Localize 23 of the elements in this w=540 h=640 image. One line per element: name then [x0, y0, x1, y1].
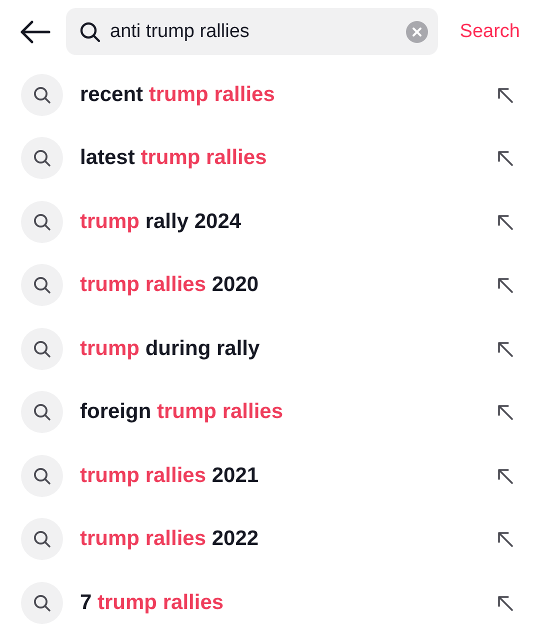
arrow-icon[interactable] — [496, 276, 514, 294]
suggestion-text[interactable]: trump rallies 2022 — [80, 527, 496, 552]
arrow-icon[interactable] — [496, 212, 514, 231]
arrow-icon[interactable] — [496, 340, 514, 358]
search-button[interactable]: Search — [460, 16, 520, 46]
search-field[interactable]: anti trump rallies — [66, 8, 438, 55]
suggestion-text[interactable]: trump rallies 2021 — [80, 464, 496, 488]
arrow-icon[interactable] — [496, 149, 514, 168]
suggestion-text[interactable]: foreign trump rallies — [80, 400, 496, 424]
suggestion-text[interactable]: trump during rally — [80, 336, 496, 361]
arrow-icon[interactable] — [496, 594, 514, 612]
suggestion-text[interactable]: trump rally 2024 — [80, 210, 496, 234]
back-icon[interactable] — [18, 18, 52, 44]
search-icon — [78, 20, 102, 44]
suggestion-text[interactable]: trump rallies 2020 — [80, 273, 496, 298]
arrow-icon[interactable] — [496, 530, 514, 548]
search-query: anti trump rallies — [110, 20, 250, 42]
arrow-icon[interactable] — [496, 403, 514, 422]
arrow-icon[interactable] — [496, 466, 514, 485]
suggestion-text[interactable]: recent trump rallies — [80, 82, 496, 107]
arrow-icon[interactable] — [496, 86, 514, 104]
suggestion-text[interactable]: 7 trump rallies — [80, 590, 496, 615]
suggestion-text[interactable]: latest trump rallies — [80, 146, 496, 170]
